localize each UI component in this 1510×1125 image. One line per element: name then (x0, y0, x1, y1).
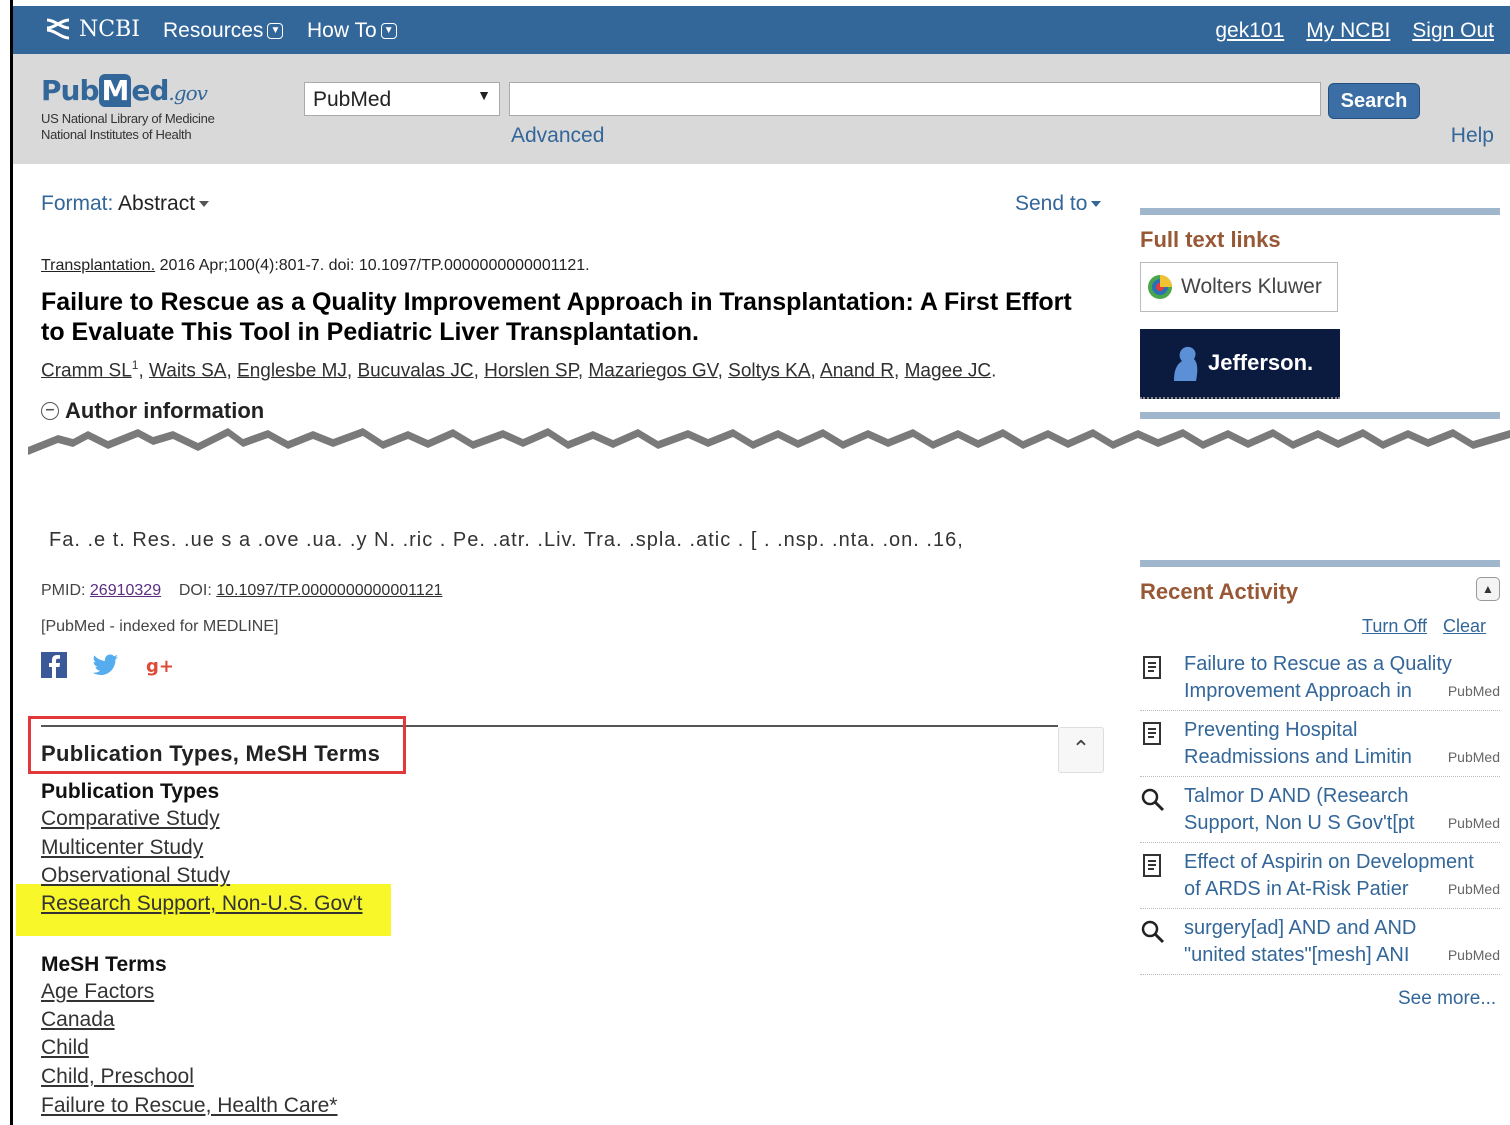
recent-activity-item[interactable]: Effect of Aspirin on Development of ARDS… (1140, 849, 1500, 909)
svg-text:g+: g+ (146, 656, 173, 677)
pubmed-wordmark: Pub Med.gov (41, 74, 208, 107)
search-icon (1141, 920, 1165, 944)
resources-label: Resources (163, 19, 264, 42)
document-icon (1143, 722, 1161, 745)
pubmed-logo[interactable]: Pub Med.gov US National Library of Medici… (41, 74, 215, 143)
full-text-links-heading: Full text links (1140, 227, 1281, 252)
mesh-term-link[interactable]: Child, Preschool (41, 1065, 194, 1089)
search-button[interactable]: Search (1328, 83, 1420, 119)
sign-out-link[interactable]: Sign Out (1412, 19, 1494, 43)
torn-edge-overlay (13, 425, 1510, 535)
mesh-term-link[interactable]: Failure to Rescue, Health Care* (41, 1094, 337, 1118)
author-link[interactable]: Cramm SL (41, 360, 132, 381)
page-left-border (10, 0, 13, 1125)
recent-activity-heading: Recent Activity (1140, 579, 1299, 604)
mesh-terms-label: MeSH Terms (41, 953, 167, 976)
recent-activity-item[interactable]: Talmor D AND (Research Support, Non U S … (1140, 783, 1500, 843)
mesh-term-link[interactable]: Canada (41, 1008, 115, 1032)
resources-menu[interactable]: Resources ▼ (163, 19, 284, 43)
username-link[interactable]: gek101 (1215, 19, 1284, 43)
author-list: Cramm SL1, Waits SA, Englesbe MJ, Bucuva… (41, 358, 997, 382)
double-chevron-up-icon: ⌃ (1071, 736, 1091, 761)
sidebar-rule (1140, 412, 1500, 419)
dropdown-arrow-icon: ▼ (477, 87, 491, 103)
help-link[interactable]: Help (1451, 124, 1494, 148)
recent-activity-item[interactable]: Preventing Hospital Readmissions and Lim… (1140, 717, 1500, 777)
author-link[interactable]: Bucuvalas JC (357, 360, 473, 381)
pubtype-link[interactable]: Multicenter Study (41, 836, 203, 860)
search-icon (1141, 788, 1165, 812)
pmid-link[interactable]: 26910329 (90, 582, 161, 599)
twitter-icon[interactable] (93, 654, 119, 676)
author-link[interactable]: Magee JC (905, 360, 992, 381)
jefferson-logo-icon (1174, 346, 1198, 381)
pmid-doi-line: PMID: 26910329 DOI: 10.1097/TP.000000000… (41, 582, 443, 599)
social-share-bar: g+ (41, 652, 173, 678)
ncbi-logo[interactable]: NCBI (43, 16, 140, 42)
send-to-menu[interactable]: Send to (1015, 192, 1102, 216)
author-link[interactable]: Anand R (820, 360, 894, 381)
turn-off-link[interactable]: Turn Off (1362, 616, 1427, 637)
caret-down-icon (1091, 201, 1102, 208)
author-link[interactable]: Englesbe MJ (237, 360, 347, 381)
database-select[interactable]: PubMed ▼ (304, 82, 500, 116)
wolters-kluwer-link[interactable]: Wolters Kluwer (1140, 262, 1338, 312)
document-icon (1143, 656, 1161, 679)
format-selector[interactable]: Format: Abstract (41, 192, 210, 216)
recent-activity-controls: Turn Off Clear (1362, 616, 1486, 637)
caret-down-icon (199, 201, 210, 208)
mesh-term-link[interactable]: Child (41, 1036, 89, 1060)
author-link[interactable]: Waits SA (149, 360, 226, 381)
ncbi-helix-icon (46, 18, 70, 40)
pubtypes-mesh-heading[interactable]: Publication Types, MeSH Terms (41, 741, 380, 767)
see-more-link[interactable]: See more... (1398, 988, 1496, 1010)
search-bar: Pub Med.gov US National Library of Medici… (13, 54, 1510, 164)
journal-link[interactable]: Transplantation. (41, 257, 155, 274)
jefferson-link[interactable]: Jefferson. (1140, 329, 1340, 399)
affiliation-sup: 1 (131, 358, 139, 372)
howto-label: How To (307, 19, 377, 42)
document-icon (1143, 854, 1161, 877)
sidebar-rule (1140, 208, 1500, 215)
my-ncbi-link[interactable]: My NCBI (1306, 19, 1390, 43)
nlm-subtitle: US National Library of Medicine National… (41, 111, 215, 142)
pubtype-link[interactable]: Comparative Study (41, 807, 220, 831)
pubtype-link[interactable]: Observational Study (41, 864, 230, 888)
publication-types-label: Publication Types (41, 780, 220, 803)
collapse-recent-button[interactable]: ▲ (1476, 577, 1500, 601)
sidebar-rule (1140, 560, 1500, 567)
doi-link[interactable]: 10.1097/TP.0000000000001121 (216, 582, 442, 599)
collapse-minus-icon: – (41, 402, 59, 420)
search-input[interactable] (509, 82, 1321, 116)
indexing-status: [PubMed - indexed for MEDLINE] (41, 618, 279, 635)
collapse-section-button[interactable]: ⌃ (1058, 727, 1104, 773)
garbled-text-fragment: Fa. .e t. Res. .ue s a .ove .ua. .y N. .… (49, 529, 964, 551)
howto-menu[interactable]: How To ▼ (307, 19, 397, 43)
torn-edge-graphic (13, 425, 1510, 535)
mesh-term-link[interactable]: Age Factors (41, 980, 154, 1004)
facebook-icon[interactable] (41, 652, 67, 678)
google-plus-icon[interactable]: g+ (145, 652, 173, 678)
author-link[interactable]: Horslen SP (484, 360, 578, 381)
pubtype-link[interactable]: Research Support, Non-U.S. Gov't (41, 892, 362, 916)
citation-line: Transplantation. 2016 Apr;100(4):801-7. … (41, 257, 590, 274)
chevron-down-icon: ▼ (267, 23, 284, 39)
chevron-down-icon: ▼ (380, 23, 397, 39)
recent-activity-item[interactable]: Failure to Rescue as a Quality Improveme… (1140, 651, 1500, 711)
clear-link[interactable]: Clear (1443, 616, 1486, 637)
author-link[interactable]: Mazariegos GV (588, 360, 717, 381)
ncbi-top-bar: NCBI Resources ▼ How To ▼ gek101 My NCBI… (13, 6, 1510, 54)
advanced-search-link[interactable]: Advanced (511, 124, 604, 148)
account-links: gek101 My NCBI Sign Out (1215, 19, 1494, 43)
recent-activity-item[interactable]: surgery[ad] AND and AND "united states"[… (1140, 915, 1500, 975)
wolters-kluwer-logo-icon (1148, 275, 1172, 299)
ncbi-logo-text: NCBI (79, 16, 140, 42)
author-information-toggle[interactable]: – Author information (41, 398, 264, 424)
author-link[interactable]: Soltys KA (728, 360, 810, 381)
article-title: Failure to Rescue as a Quality Improveme… (41, 288, 1072, 346)
